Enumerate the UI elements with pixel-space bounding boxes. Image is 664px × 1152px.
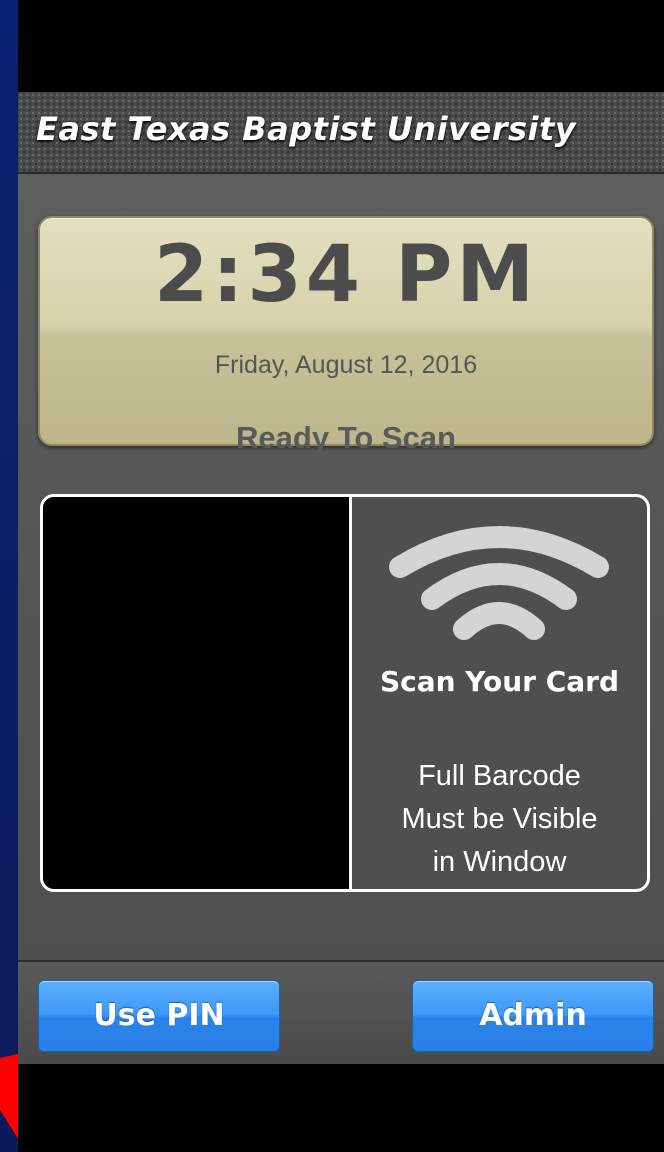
admin-button[interactable]: Admin [412,980,654,1052]
instruction-line: Full Barcode [418,760,581,792]
bottom-black-area [18,1064,664,1152]
status-bar [18,0,664,92]
instruction-line: Must be Visible [401,803,598,835]
scan-area: Scan Your Card Full Barcode Must be Visi… [40,494,650,892]
slide-left-border [0,0,18,1152]
clock-time: 2:34 PM [154,230,538,320]
camera-viewfinder [43,497,352,889]
kiosk-screen: East Texas Baptist University 2:34 PM Fr… [18,0,664,1152]
university-title: East Texas Baptist University [36,110,577,148]
clock-date: Friday, August 12, 2016 [214,351,478,379]
clock-panel: 2:34 PM Friday, August 12, 2016 Ready To… [38,216,654,455]
title-bar: East Texas Baptist University [18,92,664,174]
wireless-signal-icon [389,526,609,640]
main-panel: 2:34 PM Friday, August 12, 2016 Ready To… [18,174,664,960]
use-pin-button[interactable]: Use PIN [38,980,280,1052]
scan-info-panel: Scan Your Card Full Barcode Must be Visi… [352,497,647,889]
scan-card-heading: Scan Your Card [379,665,620,698]
instruction-line: in Window [432,846,567,878]
scan-status: Ready To Scan [236,420,456,455]
bottom-toolbar: Use PIN Admin [18,960,664,1066]
scan-instructions: Full Barcode Must be Visible in Window [352,755,647,884]
